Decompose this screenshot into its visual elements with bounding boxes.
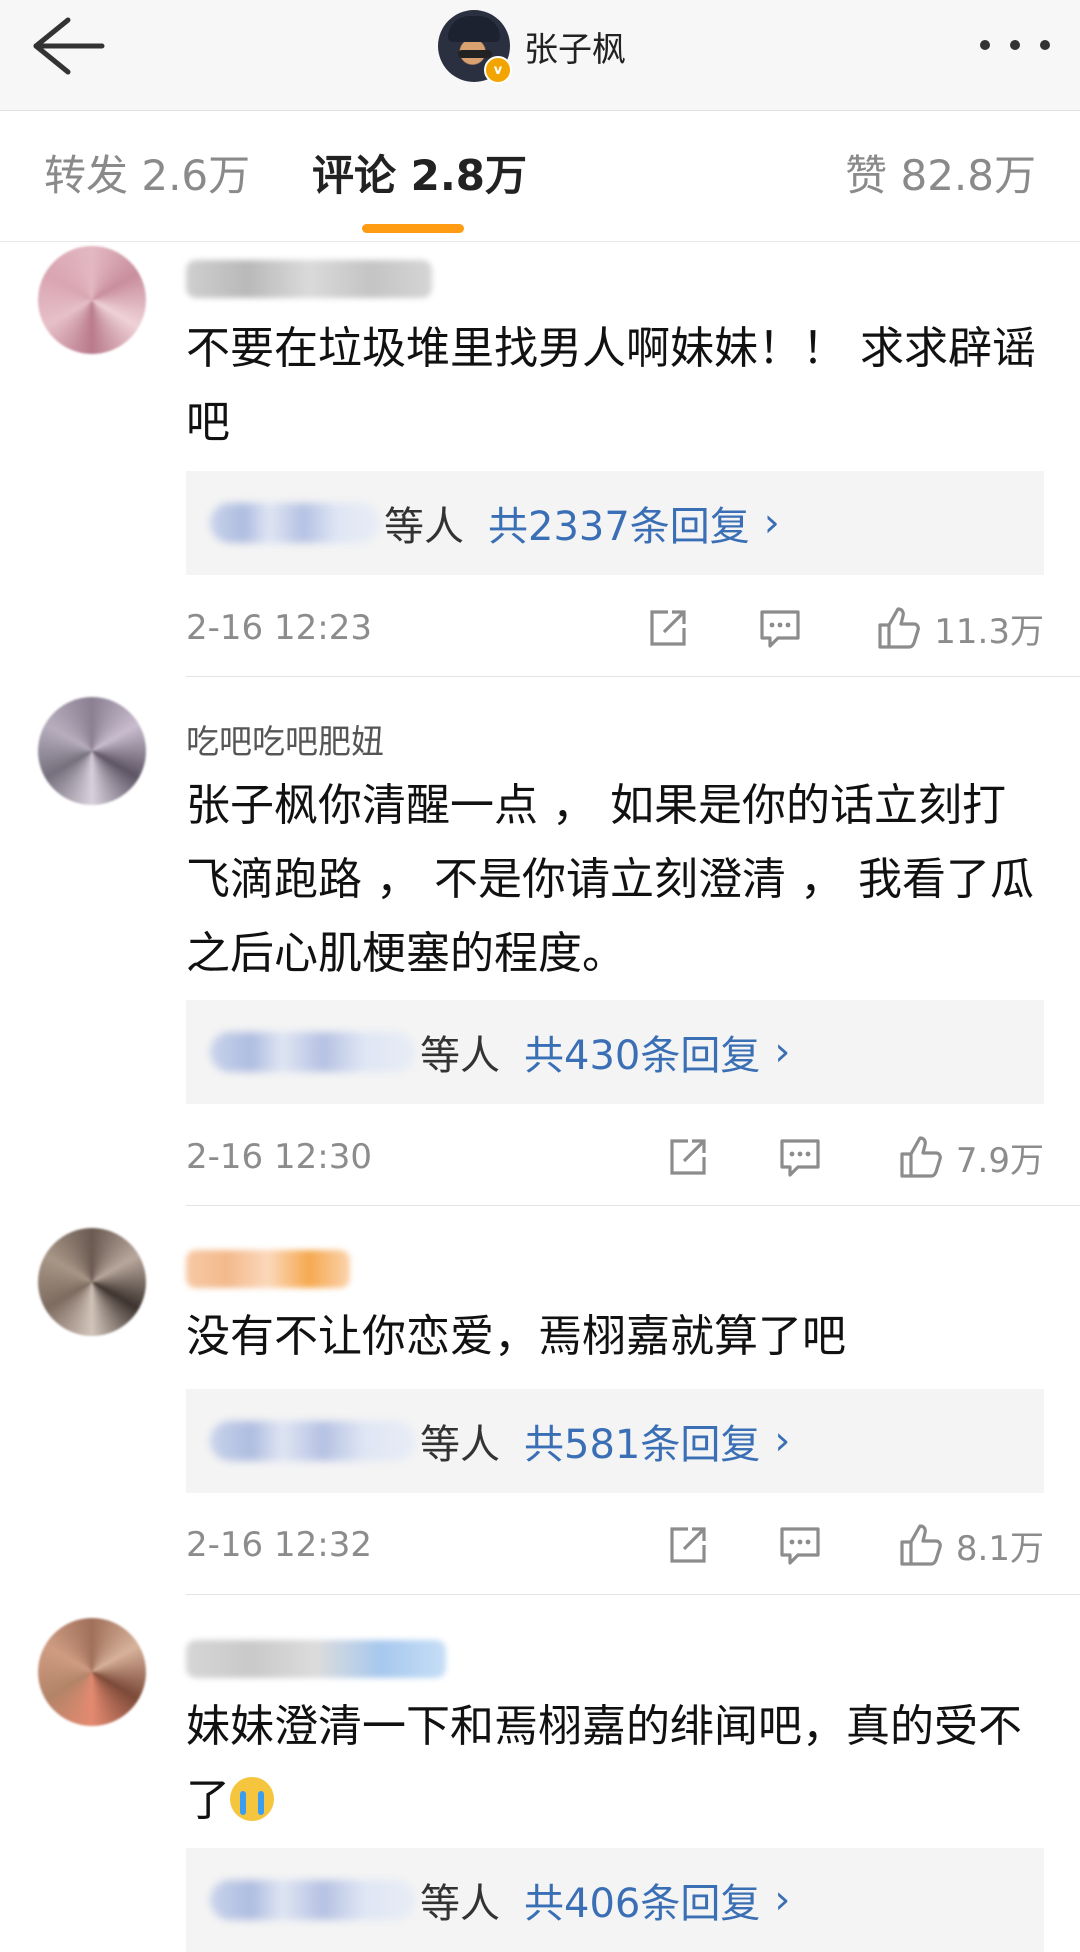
share-icon[interactable] bbox=[666, 1135, 710, 1179]
reply-count-link[interactable]: 共406条回复 bbox=[524, 1871, 760, 1929]
reply-summary[interactable]: 等人 共406条回复 › bbox=[186, 1848, 1044, 1952]
reply-count-link[interactable]: 共581条回复 bbox=[524, 1412, 760, 1470]
reply-users-blurred bbox=[210, 1032, 416, 1072]
like-count: 7.9万 bbox=[955, 1140, 1044, 1181]
tab-likes[interactable]: 赞 82.8万 bbox=[845, 111, 1036, 241]
share-icon[interactable] bbox=[666, 1523, 710, 1567]
chevron-right-icon: › bbox=[774, 1877, 791, 1923]
reply-count-link[interactable]: 共2337条回复 bbox=[488, 494, 750, 552]
reply-icon[interactable] bbox=[778, 1523, 822, 1567]
reply-users-blurred bbox=[210, 1880, 416, 1920]
verified-badge: v bbox=[484, 56, 512, 84]
username-blurred[interactable] bbox=[186, 260, 432, 298]
tab-comments[interactable]: 评论 2.8万 bbox=[312, 111, 527, 241]
back-arrow-icon[interactable] bbox=[28, 14, 108, 78]
comment-text: 没有不让你恋爱，焉栩嘉就算了吧 bbox=[186, 1311, 846, 1362]
username-blurred[interactable] bbox=[186, 1250, 350, 1288]
more-dots-icon[interactable] bbox=[980, 30, 1050, 60]
username-blurred[interactable] bbox=[186, 1640, 446, 1678]
tab-bar: 转发 2.6万 评论 2.8万 赞 82.8万 bbox=[0, 111, 1080, 242]
comment-text: 妹妹澄清一下和焉栩嘉的绯闻吧，真的受不了 bbox=[186, 1690, 1046, 1838]
comment-text: 不要在垃圾堆里找男人啊妹妹！！ 求求辟谣吧 bbox=[186, 323, 1036, 448]
comment-text-body: 妹妹澄清一下和焉栩嘉的绯闻吧，真的受不了 bbox=[186, 1701, 1022, 1826]
chevron-right-icon: › bbox=[774, 1029, 791, 1075]
reply-count-link[interactable]: 共430条回复 bbox=[524, 1023, 760, 1081]
page-title: 张子枫 bbox=[524, 29, 626, 70]
reply-icon[interactable] bbox=[778, 1135, 822, 1179]
thumbs-up-icon bbox=[900, 1136, 942, 1178]
like-button[interactable]: 8.1万 bbox=[898, 1515, 1044, 1575]
top-bar: v 张子枫 bbox=[0, 0, 1080, 111]
reply-summary[interactable]: 等人 共581条回复 › bbox=[186, 1389, 1044, 1493]
chevron-right-icon: › bbox=[774, 1418, 791, 1464]
comment-meta: 2-16 12:32 8.1万 bbox=[186, 1515, 1044, 1575]
reply-others-label: 等人 bbox=[384, 504, 464, 550]
reply-others-label: 等人 bbox=[420, 1881, 500, 1927]
comment-text: 张子枫你清醒一点 ， 如果是你的话立刻打飞滴跑路 ， 不是你请立刻澄清 ， 我看… bbox=[186, 780, 1034, 979]
thumbs-up-icon bbox=[878, 607, 921, 649]
like-button[interactable]: 7.9万 bbox=[898, 1127, 1044, 1187]
profile-header[interactable]: v 张子枫 bbox=[438, 10, 626, 84]
avatar[interactable] bbox=[38, 1618, 146, 1726]
avatar[interactable] bbox=[38, 1228, 146, 1336]
comment-meta: 2-16 12:30 7.9万 bbox=[186, 1127, 1044, 1187]
tab-repost[interactable]: 转发 2.6万 bbox=[44, 111, 250, 241]
crying-emoji-icon bbox=[230, 1777, 274, 1821]
avatar[interactable]: v bbox=[438, 10, 512, 84]
comment-time: 2-16 12:23 bbox=[186, 608, 372, 648]
reply-users-blurred bbox=[210, 1421, 416, 1461]
reply-summary[interactable]: 等人 共2337条回复 › bbox=[186, 471, 1044, 575]
username[interactable]: 吃吧吃吧肥妞 bbox=[186, 715, 384, 763]
chevron-right-icon: › bbox=[763, 500, 780, 546]
reply-others-label: 等人 bbox=[420, 1422, 500, 1468]
share-icon[interactable] bbox=[646, 606, 690, 650]
reply-icon[interactable] bbox=[758, 606, 802, 650]
comment-time: 2-16 12:30 bbox=[186, 1137, 372, 1177]
reply-summary[interactable]: 等人 共430条回复 › bbox=[186, 1000, 1044, 1104]
like-button[interactable]: 11.3万 bbox=[876, 598, 1044, 658]
thumbs-up-icon bbox=[900, 1524, 942, 1566]
divider bbox=[186, 676, 1080, 677]
avatar[interactable] bbox=[38, 697, 146, 805]
divider bbox=[186, 1594, 1080, 1595]
divider bbox=[186, 1205, 1080, 1206]
avatar[interactable] bbox=[38, 246, 146, 354]
like-count: 8.1万 bbox=[955, 1528, 1044, 1569]
reply-users-blurred bbox=[210, 503, 380, 543]
reply-others-label: 等人 bbox=[420, 1033, 500, 1079]
active-tab-indicator bbox=[362, 224, 464, 233]
like-count: 11.3万 bbox=[934, 611, 1044, 652]
comment-time: 2-16 12:32 bbox=[186, 1525, 372, 1565]
comment-meta: 2-16 12:23 11.3万 bbox=[186, 598, 1044, 658]
